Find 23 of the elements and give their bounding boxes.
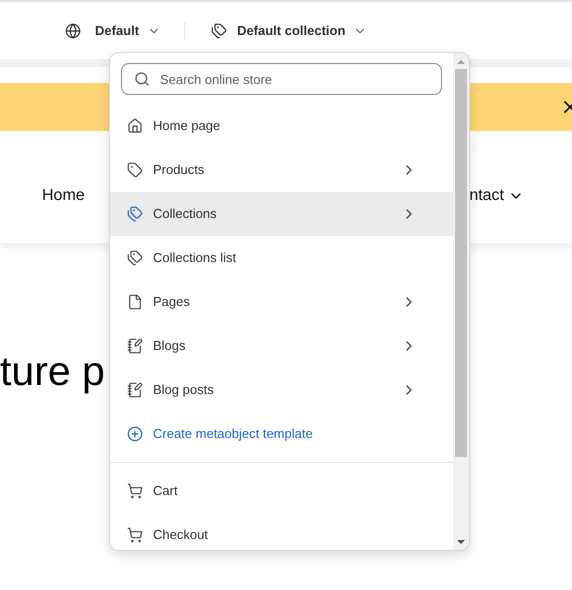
- notepad-icon: [127, 382, 143, 398]
- collection-selector[interactable]: Default collection: [211, 20, 368, 40]
- search-field[interactable]: Search online store: [121, 63, 442, 95]
- tag-icon: [127, 162, 143, 178]
- cart-icon: [127, 483, 143, 499]
- nav-link[interactable]: ntact: [469, 184, 504, 208]
- tags-icon: [211, 22, 228, 38]
- scroll-down-icon[interactable]: [457, 539, 465, 545]
- page-heading: ture p: [0, 351, 105, 392]
- language-selector[interactable]: Default: [65, 20, 162, 40]
- cart-icon: [127, 527, 143, 543]
- scrollbar[interactable]: [453, 53, 469, 550]
- notepad-icon: [127, 338, 143, 354]
- globe-icon: [65, 22, 81, 38]
- search-icon: [134, 71, 150, 87]
- file-icon: [127, 294, 143, 310]
- menu-item[interactable]: Checkout: [110, 513, 453, 550]
- plus-circle-icon: [127, 426, 143, 442]
- menu-item[interactable]: Collections: [110, 192, 453, 236]
- nav-link[interactable]: Home: [42, 184, 85, 208]
- tags-icon: [127, 206, 143, 222]
- tags-icon: [127, 250, 143, 266]
- house-icon: [127, 118, 143, 134]
